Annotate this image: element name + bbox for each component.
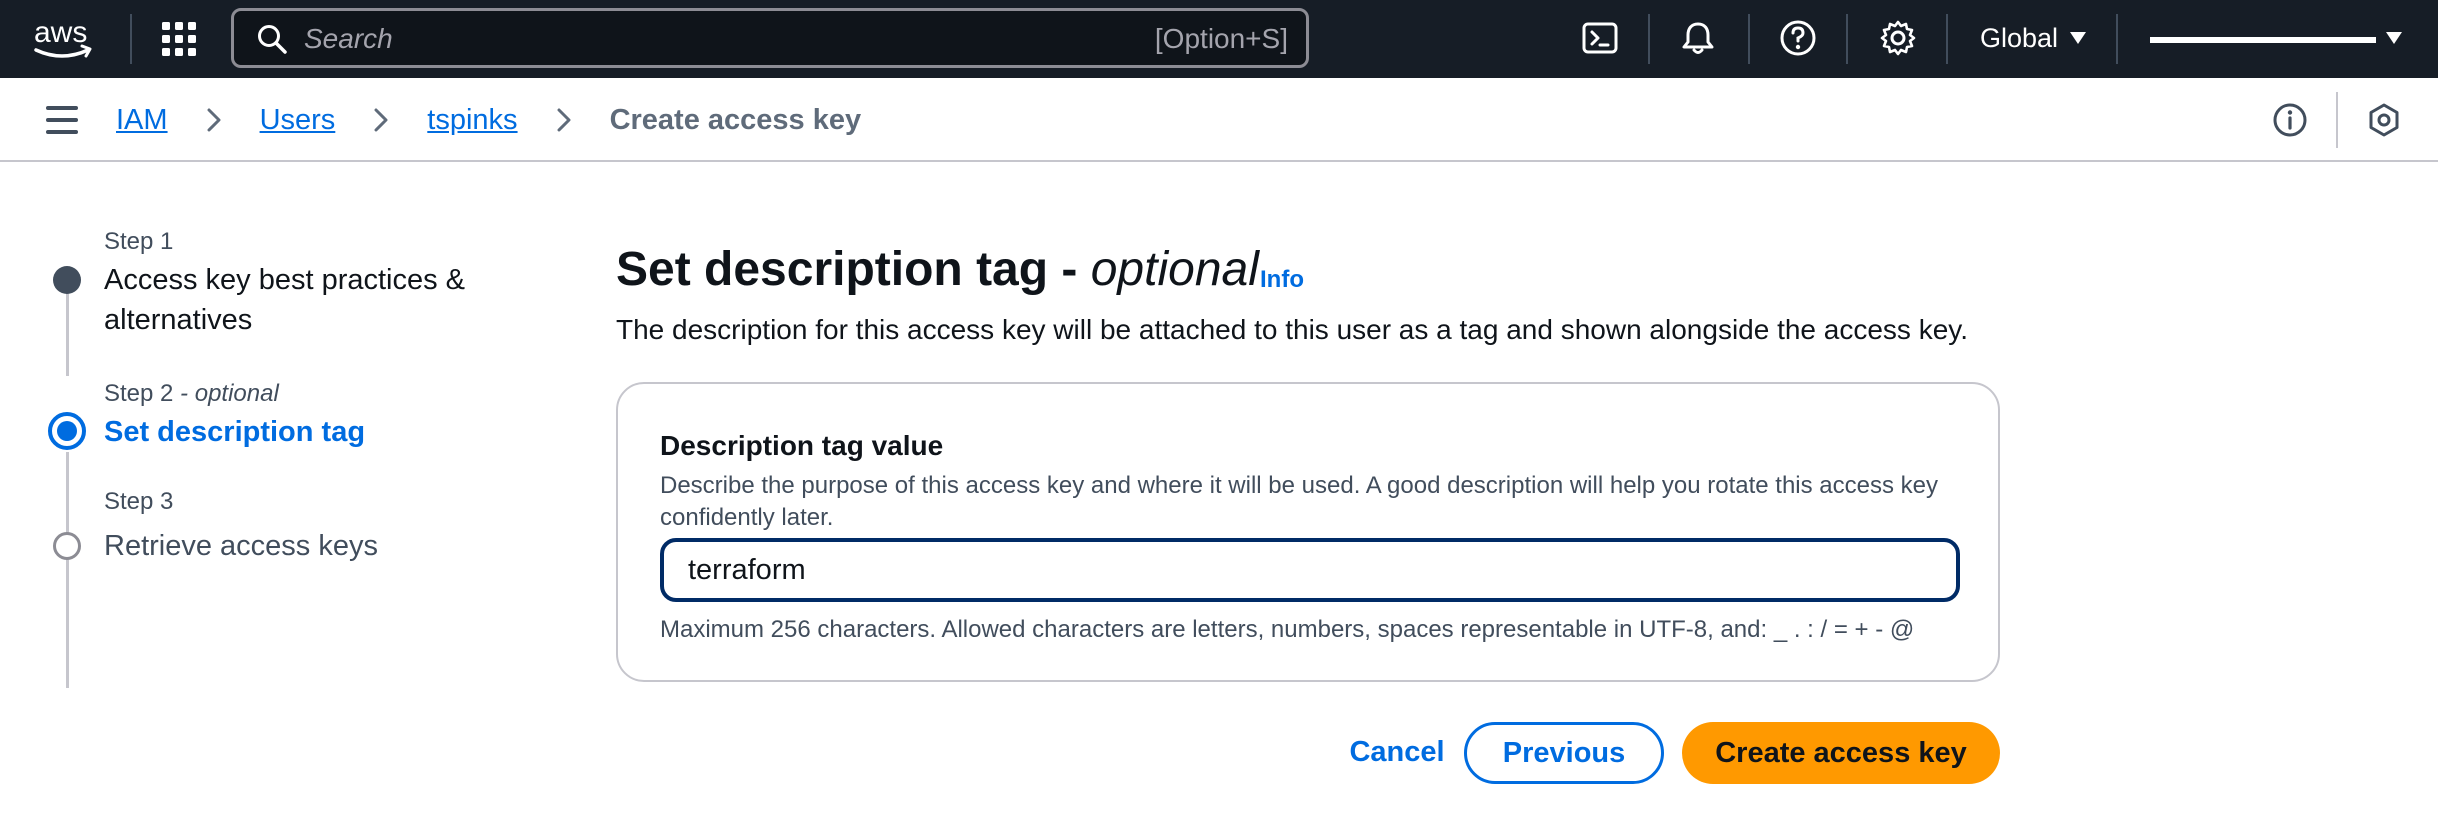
description-tag-field[interactable] xyxy=(660,538,1960,602)
search-icon xyxy=(258,25,287,54)
chevron-right-icon xyxy=(557,108,571,132)
svg-text:aws: aws xyxy=(34,16,87,49)
top-navigation-bar: aws [Option+S] xyxy=(0,0,2438,78)
breadcrumb-user-tspinks[interactable]: tspinks xyxy=(427,104,517,137)
step-2-caption: Step 2 - optional xyxy=(104,380,279,407)
wizard-navigation: Step 1 Access key best practices & alter… xyxy=(0,162,560,688)
step-1-title[interactable]: Access key best practices & alternatives xyxy=(104,260,524,340)
caret-down-icon xyxy=(2386,32,2402,44)
cancel-button[interactable]: Cancel xyxy=(1316,720,1478,784)
page-title: Set description tag - optional xyxy=(616,243,1259,296)
nav-divider xyxy=(1946,14,1948,64)
gear-icon[interactable] xyxy=(1878,18,1918,58)
hamburger-menu-icon[interactable] xyxy=(46,106,78,134)
field-constraint-text: Maximum 256 characters. Allowed characte… xyxy=(660,616,1915,643)
description-tag-input[interactable] xyxy=(664,542,1956,598)
description-tag-container: Description tag value Describe the purpo… xyxy=(616,382,2000,682)
main-content: Set description tag - optional Info The … xyxy=(616,162,2006,802)
help-icon[interactable] xyxy=(1778,18,1818,58)
search-input[interactable] xyxy=(304,19,1084,59)
cloudshell-icon[interactable] xyxy=(1580,18,1620,58)
previous-button[interactable]: Previous xyxy=(1464,722,1664,784)
info-panel-icon[interactable] xyxy=(2272,102,2308,138)
chevron-right-icon xyxy=(207,108,221,132)
step-3-upcoming-dot xyxy=(53,532,81,560)
step-connector xyxy=(66,452,69,688)
caret-down-icon xyxy=(2070,32,2087,44)
nav-divider xyxy=(2116,14,2118,64)
search-bar[interactable]: [Option+S] xyxy=(231,8,1309,68)
aws-logo[interactable]: aws xyxy=(32,14,98,62)
nav-divider xyxy=(130,14,132,64)
chevron-right-icon xyxy=(374,108,388,132)
region-label: Global xyxy=(1980,22,2059,53)
region-selector[interactable]: Global xyxy=(1980,20,2087,56)
nav-divider xyxy=(1748,14,1750,64)
breadcrumb-iam[interactable]: IAM xyxy=(116,104,168,137)
services-grid-icon[interactable] xyxy=(160,20,198,58)
step-2-current-dot xyxy=(48,412,86,450)
account-name-redacted xyxy=(2150,37,2376,43)
step-1-caption: Step 1 xyxy=(104,228,174,255)
info-link[interactable]: Info xyxy=(1260,266,1304,294)
account-menu[interactable] xyxy=(2150,20,2402,56)
breadcrumb-current: Create access key xyxy=(609,103,862,136)
breadcrumb-users[interactable]: Users xyxy=(260,104,336,137)
step-1-completed-dot xyxy=(53,266,81,294)
breadcrumb: IAM Users tspinks Create access key xyxy=(116,100,861,140)
field-label: Description tag value xyxy=(660,430,944,461)
settings-hexagon-icon[interactable] xyxy=(2366,102,2402,138)
create-access-key-button[interactable]: Create access key xyxy=(1682,722,2000,784)
nav-divider xyxy=(1846,14,1848,64)
breadcrumb-divider xyxy=(2336,92,2338,148)
search-shortcut-hint: [Option+S] xyxy=(1154,23,1288,54)
step-3-caption: Step 3 xyxy=(104,488,174,515)
bell-icon[interactable] xyxy=(1678,18,1718,58)
step-3-title: Retrieve access keys xyxy=(104,530,378,562)
step-2-title: Set description tag xyxy=(104,416,366,448)
page-description: The description for this access key will… xyxy=(616,314,1968,345)
nav-divider xyxy=(1648,14,1650,64)
step-connector xyxy=(66,280,69,376)
field-description: Describe the purpose of this access key … xyxy=(660,472,1939,531)
breadcrumb-bar: IAM Users tspinks Create access key xyxy=(0,78,2438,162)
